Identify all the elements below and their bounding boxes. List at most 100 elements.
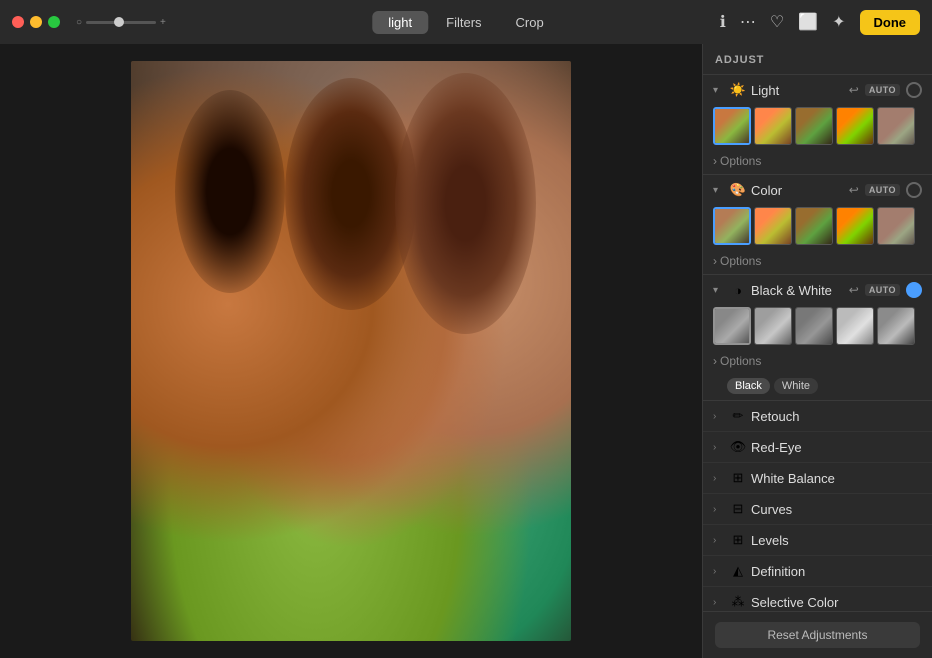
photo-display [131, 61, 571, 641]
chevron-right-icon: › [713, 411, 725, 422]
thumb-bw-2[interactable] [754, 307, 792, 345]
auto-light-badge[interactable]: AUTO [865, 84, 900, 96]
chevron-right-icon: › [713, 566, 725, 577]
tab-crop[interactable]: Crop [500, 11, 560, 34]
magic-icon[interactable]: ✦ [832, 12, 845, 32]
list-item-white-balance[interactable]: › ⊞ White Balance [703, 463, 932, 494]
toggle-bw-button[interactable] [906, 282, 922, 298]
chevron-right-icon: › [713, 504, 725, 515]
chevron-right-icon: › [713, 597, 725, 608]
section-bw-label: Black & White [751, 283, 845, 298]
minimize-button[interactable] [30, 16, 42, 28]
close-button[interactable] [12, 16, 24, 28]
tab-filters[interactable]: Filters [430, 11, 497, 34]
chevron-down-icon: ▾ [713, 85, 725, 96]
bw-options-content: Black White [727, 378, 922, 394]
toggle-light-button[interactable] [906, 82, 922, 98]
curves-label: Curves [751, 502, 792, 517]
list-item-curves[interactable]: › ⊟ Curves [703, 494, 932, 525]
chevron-right-icon: › [713, 473, 725, 484]
chevron-right-icon: › [713, 354, 717, 368]
section-bw-controls: ↩ AUTO [849, 282, 922, 298]
section-color-controls: ↩ AUTO [849, 182, 922, 198]
bw-options-row[interactable]: › Options [703, 351, 932, 374]
red-eye-icon: 👁 [729, 439, 747, 455]
toggle-color-button[interactable] [906, 182, 922, 198]
thumb-bw-1[interactable] [713, 307, 751, 345]
reset-bw-icon[interactable]: ↩ [849, 283, 859, 297]
thumb-color-1[interactable] [713, 207, 751, 245]
thumb-bw-5[interactable] [877, 307, 915, 345]
chevron-right-icon: › [713, 154, 717, 168]
white-balance-label: White Balance [751, 471, 835, 486]
photo-area [0, 44, 702, 658]
definition-icon: ◭ [729, 563, 747, 579]
traffic-lights [12, 16, 60, 28]
light-options-row[interactable]: › Options [703, 151, 932, 174]
retouch-icon: ✏ [729, 408, 747, 424]
thumb-light-4[interactable] [836, 107, 874, 145]
bw-thumbnails [703, 305, 932, 351]
thumb-light-2[interactable] [754, 107, 792, 145]
color-icon: 🎨 [729, 182, 747, 198]
definition-label: Definition [751, 564, 805, 579]
photo-container [0, 44, 702, 658]
levels-label: Levels [751, 533, 789, 548]
maximize-button[interactable] [48, 16, 60, 28]
info-icon[interactable]: ℹ [720, 12, 726, 32]
light-thumbnails [703, 105, 932, 151]
photo-layer-hair-right [395, 73, 536, 334]
thumb-bw-4[interactable] [836, 307, 874, 345]
thumb-color-3[interactable] [795, 207, 833, 245]
thumb-color-2[interactable] [754, 207, 792, 245]
done-button[interactable]: Done [860, 10, 921, 35]
section-bw-header[interactable]: ▾ ◑ Black & White ↩ AUTO [703, 275, 932, 305]
thumb-light-1[interactable] [713, 107, 751, 145]
thumb-bw-3[interactable] [795, 307, 833, 345]
reset-color-icon[interactable]: ↩ [849, 183, 859, 197]
bw-icon: ◑ [729, 283, 747, 298]
opt-white[interactable]: White [774, 378, 818, 394]
section-color: ▾ 🎨 Color ↩ AUTO [703, 175, 932, 275]
list-item-red-eye[interactable]: › 👁 Red-Eye [703, 432, 932, 463]
main-area: ADJUST ▾ ☀️ Light ↩ AUTO [0, 44, 932, 658]
chevron-down-icon: ▾ [713, 185, 725, 196]
bw-options-label: › Options [713, 354, 922, 368]
list-item-selective-color[interactable]: › ⁂ Selective Color [703, 587, 932, 611]
titlebar-actions: ℹ ⋯ ♡ ⬜ ✦ Done [720, 10, 920, 35]
light-thumb-row [713, 107, 922, 145]
thumb-color-5[interactable] [877, 207, 915, 245]
auto-color-badge[interactable]: AUTO [865, 184, 900, 196]
list-item-levels[interactable]: › ⊞ Levels [703, 525, 932, 556]
panel-title: ADJUST [703, 44, 932, 75]
reset-area: Reset Adjustments [703, 611, 932, 658]
thumb-color-4[interactable] [836, 207, 874, 245]
crop-icon[interactable]: ⬜ [798, 12, 818, 32]
opt-black[interactable]: Black [727, 378, 770, 394]
thumb-light-5[interactable] [877, 107, 915, 145]
section-light-header[interactable]: ▾ ☀️ Light ↩ AUTO [703, 75, 932, 105]
levels-icon: ⊞ [729, 532, 747, 548]
brightness-slider[interactable] [86, 21, 156, 24]
section-color-header[interactable]: ▾ 🎨 Color ↩ AUTO [703, 175, 932, 205]
chevron-down-icon: ▾ [713, 285, 725, 296]
list-item-retouch[interactable]: › ✏ Retouch [703, 401, 932, 432]
brightness-control: ○ + [76, 17, 166, 28]
color-options-row[interactable]: › Options [703, 251, 932, 274]
white-balance-icon: ⊞ [729, 470, 747, 486]
light-options-text: Options [720, 154, 761, 168]
heart-icon[interactable]: ♡ [770, 12, 784, 32]
tab-adjust[interactable]: light [372, 11, 428, 34]
auto-bw-badge[interactable]: AUTO [865, 284, 900, 296]
panel-scroll-area[interactable]: ▾ ☀️ Light ↩ AUTO [703, 75, 932, 611]
bw-options-text: Options [720, 354, 761, 368]
reset-light-icon[interactable]: ↩ [849, 83, 859, 97]
titlebar: ○ + light Filters Crop ℹ ⋯ ♡ ⬜ ✦ Done [0, 0, 932, 44]
bw-thumb-row [713, 307, 922, 345]
more-icon[interactable]: ⋯ [740, 12, 756, 32]
thumb-light-3[interactable] [795, 107, 833, 145]
section-light: ▾ ☀️ Light ↩ AUTO [703, 75, 932, 175]
brightness-low-icon: ○ [76, 17, 82, 28]
reset-adjustments-button[interactable]: Reset Adjustments [715, 622, 920, 648]
list-item-definition[interactable]: › ◭ Definition [703, 556, 932, 587]
